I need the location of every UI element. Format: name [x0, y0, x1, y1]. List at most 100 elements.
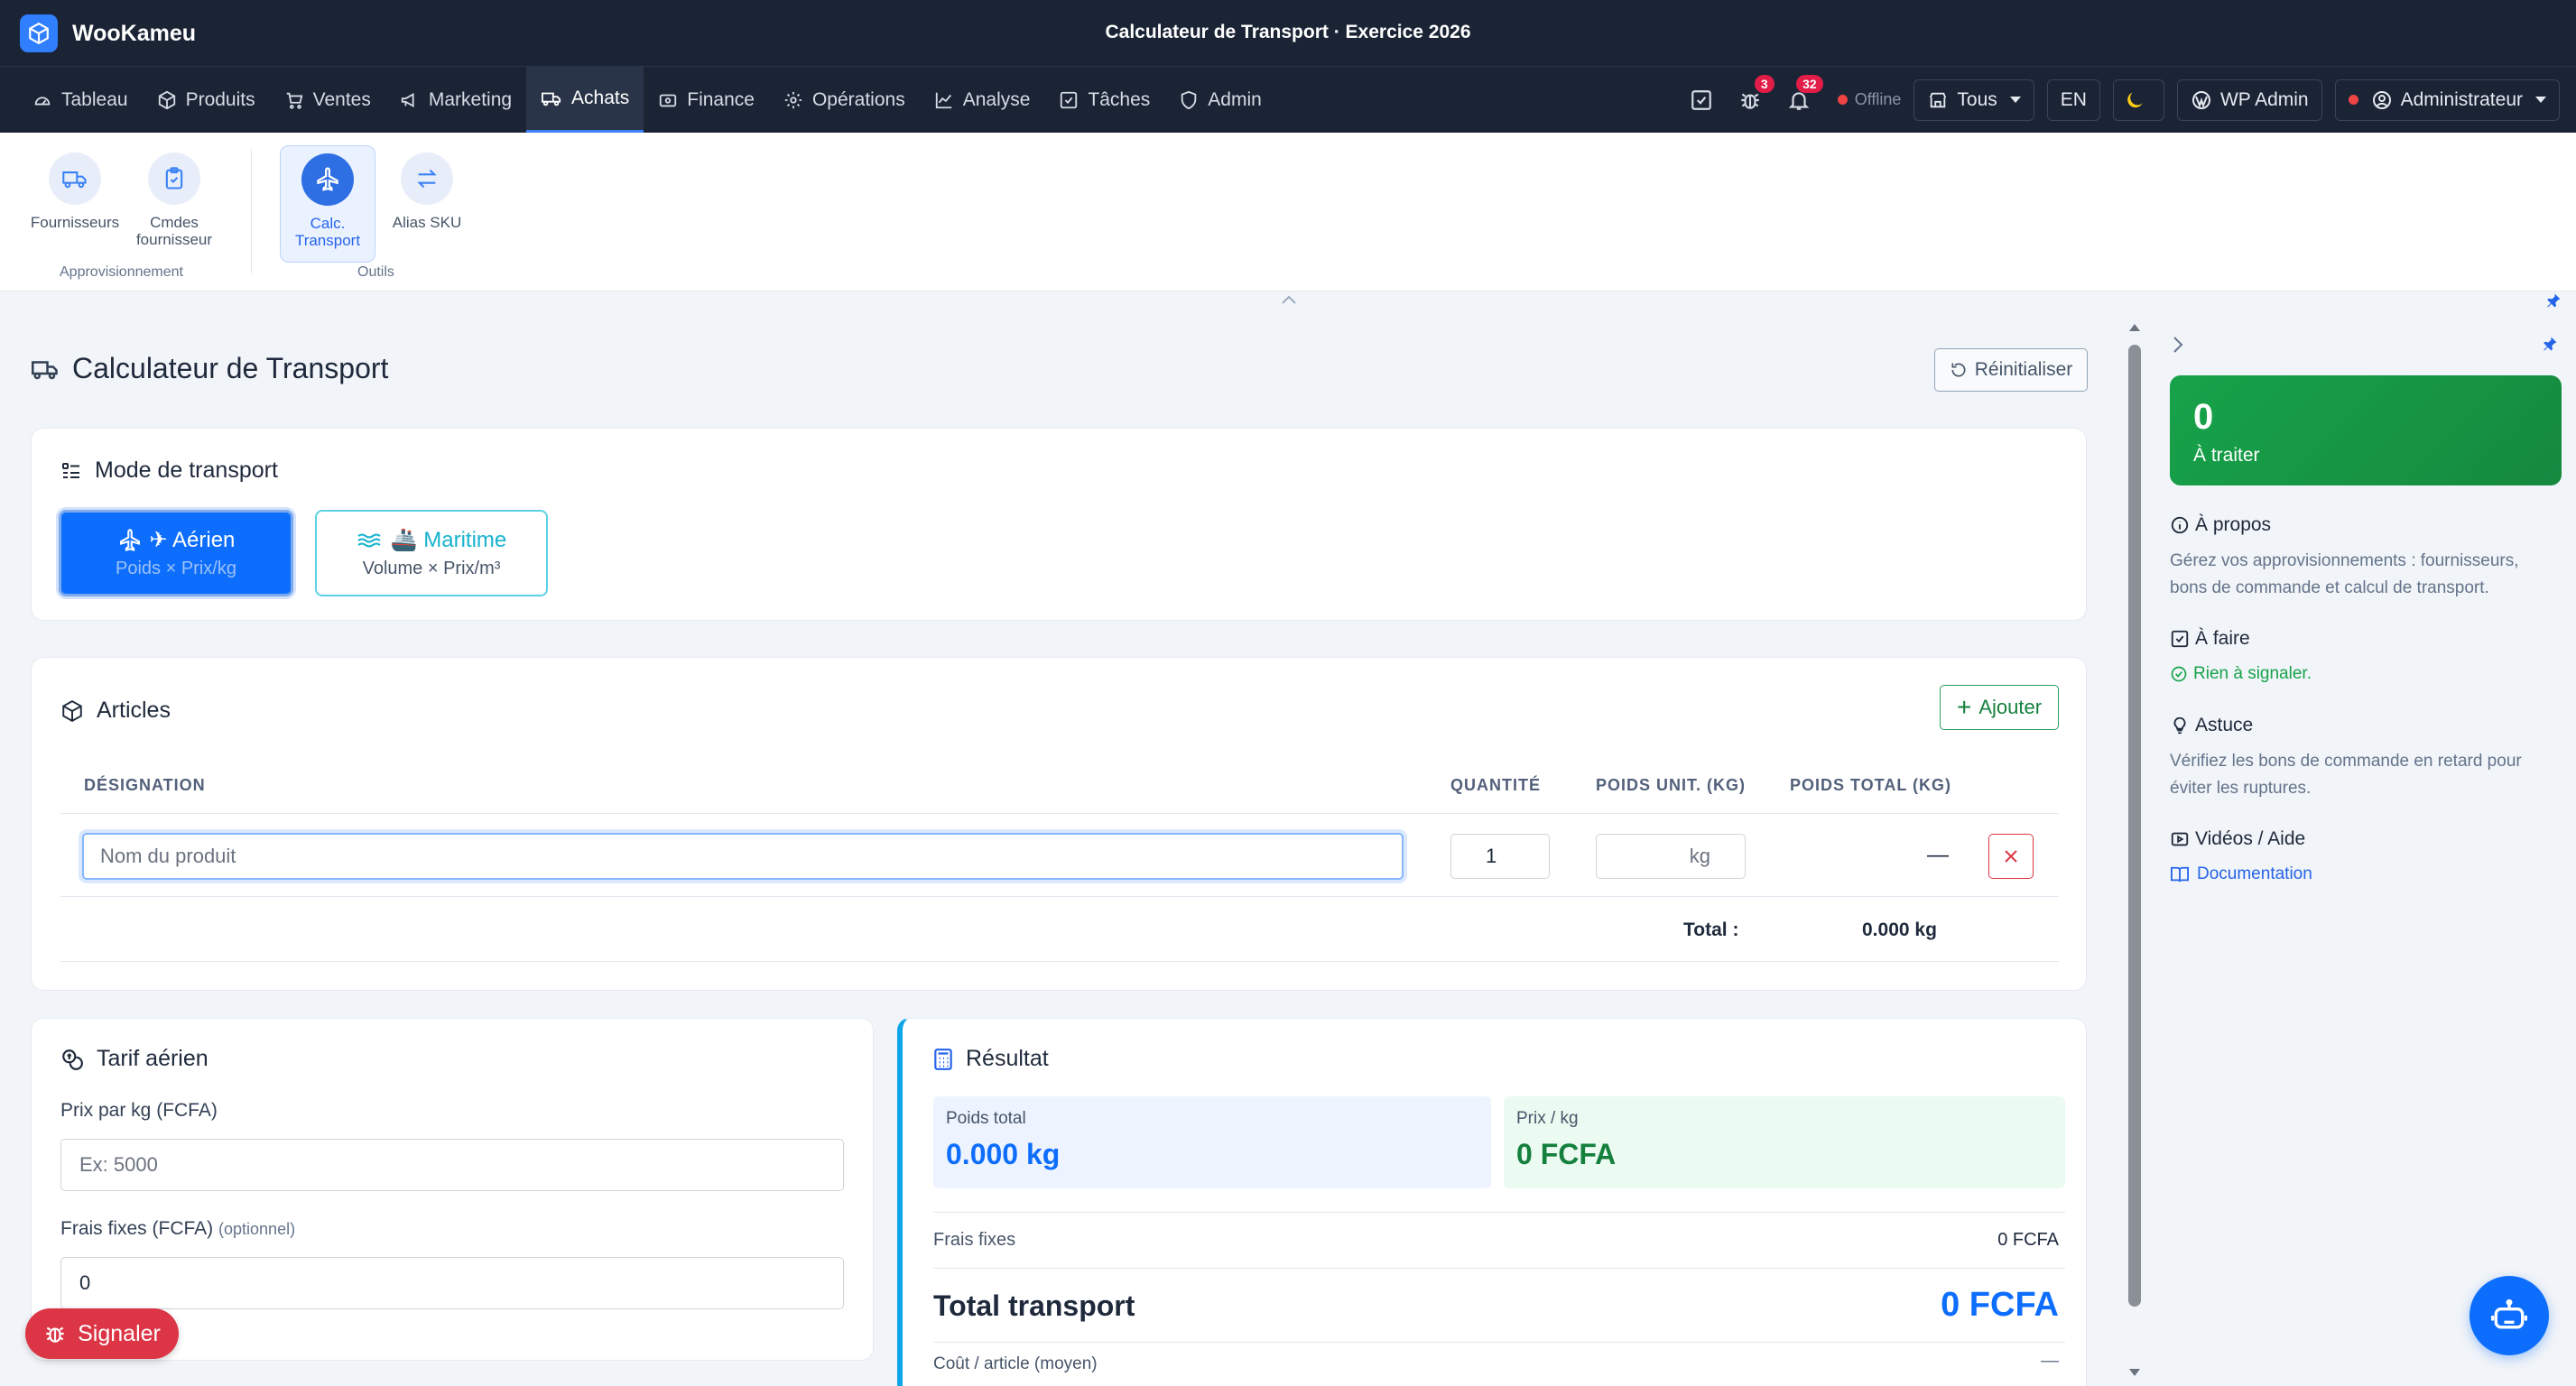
nav-item-admin[interactable]: Admin — [1164, 67, 1276, 133]
chevron-up-icon[interactable] — [1280, 294, 1298, 305]
rotate-icon — [1951, 363, 1966, 377]
nav-item-produits[interactable]: Produits — [143, 67, 270, 133]
unit-weight-input[interactable]: kg — [1596, 834, 1746, 879]
scroll-up-arrow[interactable] — [2128, 323, 2141, 332]
articles-card: Articles + Ajouter DÉSIGNATION QUANTITÉ … — [31, 657, 2087, 991]
tarif-title: Tarif aérien — [97, 1046, 208, 1071]
delete-row-button[interactable] — [1988, 834, 2034, 879]
documentation-link[interactable]: Documentation — [2170, 864, 2312, 884]
col-designation: DÉSIGNATION — [84, 776, 206, 794]
per-article-label: Coût / article (moyen) — [933, 1354, 1098, 1373]
chart-icon — [935, 92, 951, 108]
checkbox-icon — [1691, 89, 1711, 110]
todo-count: 0 — [2193, 397, 2214, 437]
nav-label: Ventes — [312, 88, 371, 110]
chevron-right-icon[interactable] — [2172, 336, 2184, 354]
col-poids-unit: POIDS UNIT. (KG) — [1596, 776, 1747, 794]
price-per-kg-input[interactable]: Ex: 5000 — [60, 1139, 844, 1191]
nav-item-finance[interactable]: Finance — [644, 67, 769, 133]
subnav-label: Cmdes fournisseur — [135, 214, 213, 248]
wp-admin-button[interactable]: WP Admin — [2176, 79, 2322, 121]
swap-icon — [417, 169, 437, 189]
store-filter-select[interactable]: Tous — [1913, 79, 2034, 121]
card-title: Résultat — [933, 1046, 1049, 1072]
nav-label: Tâches — [1088, 88, 1151, 110]
mode-sea-button[interactable]: 🚢 Maritime Volume × Prix/m³ — [315, 510, 548, 596]
card-title: Tarif aérien — [60, 1046, 208, 1072]
mode-air-formula: Poids × Prix/kg — [116, 559, 236, 578]
subnav-alias-sku[interactable]: Alias SKU — [379, 145, 475, 263]
subnav-cmdes-fournisseur[interactable]: Cmdes fournisseur — [126, 145, 222, 263]
add-label: Ajouter — [1978, 696, 2043, 718]
subnav-fournisseurs[interactable]: Fournisseurs — [27, 145, 123, 263]
coins-icon — [62, 1049, 83, 1070]
nav-item-tableau[interactable]: Tableau — [18, 67, 143, 133]
tasks-check-button[interactable] — [1682, 81, 1720, 119]
tasks-ok: Rien à signaler. — [2170, 664, 2312, 684]
nav-item-operations[interactable]: Opérations — [769, 67, 920, 133]
nav-item-marketing[interactable]: Marketing — [385, 67, 526, 133]
assistant-bot-button[interactable] — [2469, 1276, 2549, 1355]
nav-item-taches[interactable]: Tâches — [1044, 67, 1164, 133]
nav-label: Achats — [571, 88, 630, 108]
transport-mode-card: Mode de transport ✈ Aérien Poids × Prix/… — [31, 428, 2087, 621]
card-title: Articles — [60, 698, 171, 724]
scroll-down-arrow[interactable] — [2128, 1368, 2141, 1377]
nav-label: Tableau — [61, 88, 128, 110]
mode-title: Mode de transport — [95, 457, 278, 483]
notif-badge: 32 — [1796, 74, 1823, 93]
scrollbar-thumb[interactable] — [2128, 345, 2141, 1307]
product-name-placeholder: Nom du produit — [100, 845, 236, 867]
subnav-calc-transport[interactable]: Calc. Transport — [280, 145, 375, 263]
notifications-button[interactable]: 32 — [1780, 74, 1823, 119]
divider — [60, 961, 2059, 962]
about-title: À propos — [2195, 514, 2272, 535]
store-filter-value: Tous — [1957, 88, 1997, 110]
theme-toggle[interactable] — [2112, 79, 2164, 121]
store-icon — [1930, 92, 1947, 107]
nav-item-achats[interactable]: Achats — [526, 67, 644, 133]
status-dot — [1837, 95, 1848, 105]
product-name-input[interactable]: Nom du produit — [82, 833, 1404, 880]
tip-title: Astuce — [2195, 715, 2254, 735]
bug-report-button[interactable]: 3 — [1731, 74, 1774, 119]
mode-air-button[interactable]: ✈ Aérien Poids × Prix/kg — [59, 510, 293, 596]
truck-icon — [62, 171, 87, 189]
language-button[interactable]: EN — [2046, 79, 2100, 121]
book-icon — [2171, 866, 2189, 882]
nav-label: Finance — [687, 88, 755, 110]
quantity-input[interactable]: 1 — [1450, 834, 1550, 879]
bug-badge: 3 — [1754, 74, 1774, 93]
add-article-button[interactable]: + Ajouter — [1940, 685, 2059, 730]
fees-label: Frais fixes (FCFA) (optionnel) — [60, 1218, 295, 1240]
group-label-approvisionnement: Approvisionnement — [60, 264, 183, 280]
page-header: Calculateur de Transport — [29, 352, 388, 385]
nav-item-ventes[interactable]: Ventes — [270, 67, 385, 133]
col-quantite: QUANTITÉ — [1450, 776, 1541, 794]
report-bug-button[interactable]: Signaler — [25, 1308, 179, 1359]
result-card: Résultat Poids total 0.000 kg Prix / kg … — [897, 1018, 2087, 1386]
divider — [60, 813, 2059, 814]
pin-icon[interactable] — [2545, 292, 2562, 309]
todo-summary-card[interactable]: 0 À traiter — [2170, 375, 2562, 485]
divider — [933, 1212, 2065, 1213]
nav-label: Produits — [185, 88, 255, 110]
calculator-icon — [934, 1048, 952, 1070]
plus-icon: + — [1956, 693, 1972, 721]
mode-sea-label: 🚢 Maritime — [390, 528, 507, 552]
reset-button[interactable]: Réinitialiser — [1934, 348, 2088, 392]
user-menu[interactable]: Administrateur — [2334, 79, 2560, 121]
wordpress-icon — [2191, 90, 2210, 109]
tip-text: Vérifiez les bons de commande en retard … — [2170, 752, 2522, 798]
articles-total-value: 0.000 kg — [1862, 919, 1937, 940]
total-weight-box: Poids total 0.000 kg — [933, 1096, 1491, 1188]
pin-icon[interactable] — [2542, 336, 2558, 352]
row-total-weight: — — [1927, 843, 1949, 867]
gear-icon — [784, 91, 802, 108]
nav-item-analyse[interactable]: Analyse — [920, 67, 1045, 133]
video-icon — [2171, 832, 2189, 846]
fixed-fees-input[interactable]: 0 — [60, 1257, 844, 1309]
chevron-down-icon — [2535, 97, 2546, 103]
plane-icon — [119, 528, 140, 551]
unit-weight-suffix: kg — [1689, 845, 1710, 867]
